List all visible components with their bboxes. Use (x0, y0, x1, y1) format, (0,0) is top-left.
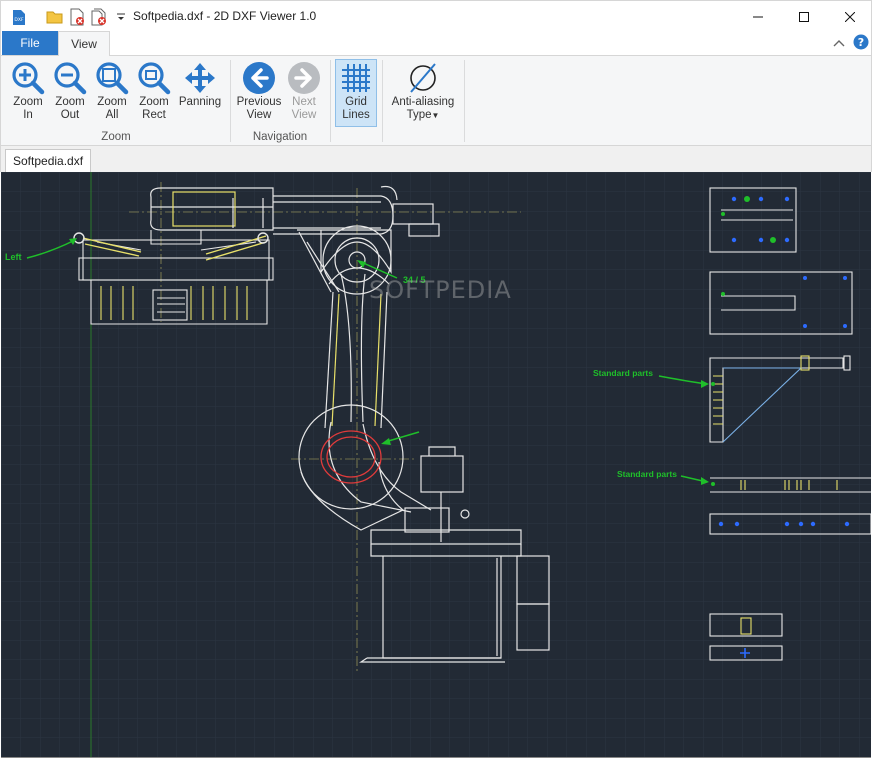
zoom-group-label: Zoom (101, 131, 131, 143)
group-separator (230, 60, 231, 142)
panning-label: Panning (178, 96, 222, 108)
panning-button[interactable]: Panning (175, 60, 225, 109)
zoom-in-icon (7, 60, 49, 96)
previous-view-label-2: View (246, 109, 272, 121)
svg-text:?: ? (858, 36, 864, 49)
help-icon[interactable]: ? (853, 34, 869, 53)
ribbon-tab-row: File View ? (0, 31, 872, 56)
softpedia-watermark: SOFTPEDIA (369, 276, 512, 304)
dropdown-arrow-icon: ▼ (431, 111, 440, 120)
zoom-all-label-2: All (105, 109, 119, 121)
zoom-in-label-1: Zoom (13, 96, 43, 108)
app-icon: DXF (9, 7, 29, 27)
zoom-all-icon (91, 60, 133, 96)
ribbon-panel: Zoom In Zoom Out Zoom All Zoom Rect Pann… (0, 55, 872, 146)
drawing-canvas[interactable]: Left 34 / 5 Standard parts Standard part… (1, 172, 871, 758)
zoom-out-button[interactable]: Zoom Out (49, 60, 91, 122)
zoom-rect-label-1: Zoom (139, 96, 169, 108)
zoom-in-button[interactable]: Zoom In (7, 60, 49, 122)
document-tab[interactable]: Softpedia.dxf (5, 149, 92, 172)
maximize-button[interactable] (781, 1, 827, 32)
anti-aliasing-label-2: Type (406, 109, 432, 121)
label-left: Left (5, 252, 22, 262)
zoom-rect-label-2: Rect (142, 109, 166, 121)
close-button[interactable] (827, 1, 872, 32)
arrow-left-icon (235, 60, 283, 96)
previous-view-button[interactable]: Previous View (235, 60, 283, 122)
zoom-in-label-2: In (23, 109, 33, 121)
collapse-ribbon-icon[interactable] (833, 37, 845, 51)
label-standard-parts-1: Standard parts (593, 368, 653, 378)
anti-aliasing-label-2-row: Type▼ (387, 109, 459, 122)
zoom-all-button[interactable]: Zoom All (91, 60, 133, 122)
open-folder-icon[interactable] (45, 7, 65, 27)
grid-lines-label-1: Grid (345, 96, 367, 108)
close-file-icon[interactable] (67, 7, 87, 27)
previous-view-label-1: Previous (236, 96, 282, 108)
quick-access-toolbar: DXF (9, 7, 133, 27)
next-view-label-1: Next (292, 96, 316, 108)
group-separator (464, 60, 465, 142)
pan-arrows-icon (175, 60, 225, 96)
customize-quick-access-icon[interactable] (111, 7, 131, 27)
zoom-rect-button[interactable]: Zoom Rect (133, 60, 175, 122)
grid-lines-button[interactable]: Grid Lines (335, 59, 377, 127)
title-bar: DXF Softpedia.dxf - 2D DXF Viewer 1.0 (0, 0, 872, 31)
navigation-group-label: Navigation (252, 131, 308, 143)
tab-view[interactable]: View (58, 31, 110, 56)
grid-lines-label-2: Lines (342, 109, 370, 121)
anti-aliasing-type-button[interactable]: Anti-aliasing Type▼ (387, 60, 459, 122)
close-all-files-icon[interactable] (89, 7, 109, 27)
anti-aliasing-icon (387, 60, 459, 96)
grid-icon (336, 60, 376, 96)
group-separator (330, 60, 331, 142)
next-view-button[interactable]: Next View (283, 60, 325, 122)
window-title: Softpedia.dxf - 2D DXF Viewer 1.0 (133, 9, 317, 23)
zoom-all-label-1: Zoom (97, 96, 127, 108)
svg-text:DXF: DXF (14, 17, 24, 23)
group-separator (382, 60, 383, 142)
zoom-out-label-1: Zoom (55, 96, 85, 108)
document-tab-bar: Softpedia.dxf (0, 146, 872, 172)
zoom-out-label-2: Out (60, 109, 80, 121)
next-view-label-2: View (291, 109, 317, 121)
dxf-drawing (1, 172, 871, 757)
anti-aliasing-label-1: Anti-aliasing (391, 96, 455, 108)
arrow-right-icon (283, 60, 325, 96)
minimize-button[interactable] (735, 1, 781, 32)
tab-file[interactable]: File (2, 31, 58, 55)
zoom-rect-icon (133, 60, 175, 96)
grid-background (1, 172, 871, 757)
label-standard-parts-2: Standard parts (617, 469, 677, 479)
zoom-out-icon (49, 60, 91, 96)
